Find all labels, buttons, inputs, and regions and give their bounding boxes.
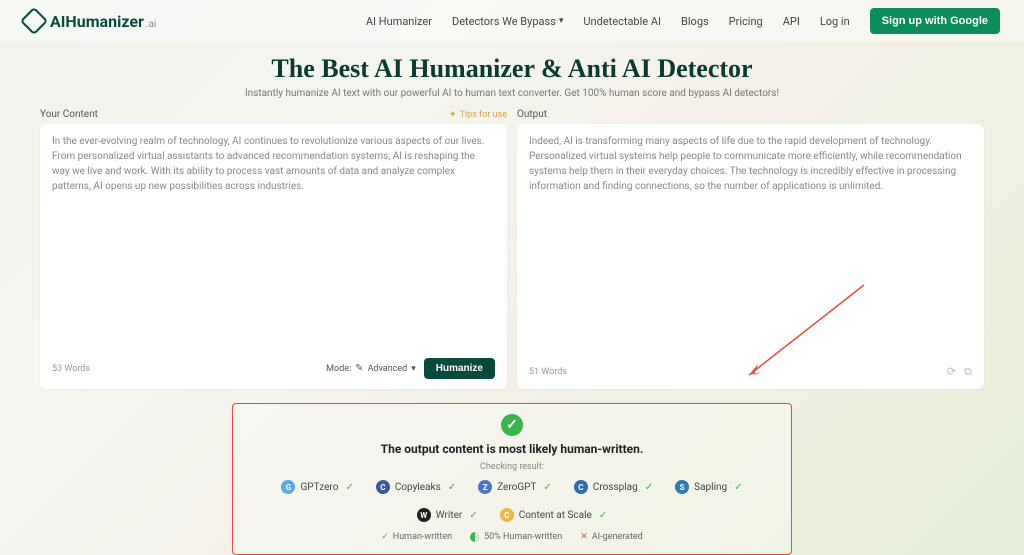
logo-icon xyxy=(20,7,48,35)
detector-name: GPTzero xyxy=(300,482,338,493)
hero: The Best AI Humanizer & Anti AI Detector… xyxy=(0,42,1024,109)
output-text: Indeed, AI is transforming many aspects … xyxy=(529,134,972,365)
detector-item: C Copyleaks ✓ xyxy=(376,480,456,494)
check-icon: ✓ xyxy=(734,482,742,493)
result-legend: ✓Human-written 50% Human-written ✕AI-gen… xyxy=(247,532,777,542)
page-title: The Best AI Humanizer & Anti AI Detector xyxy=(0,54,1024,84)
signup-button[interactable]: Sign up with Google xyxy=(870,8,1000,34)
nav-pricing[interactable]: Pricing xyxy=(729,15,763,28)
check-icon: ✓ xyxy=(645,482,653,493)
mode-label: Mode: xyxy=(326,364,351,374)
nav-ai-humanizer[interactable]: AI Humanizer xyxy=(366,15,432,28)
tips-link[interactable]: ✦ Tips for use xyxy=(449,110,507,120)
legend-half: 50% Human-written xyxy=(470,532,562,542)
detector-icon: C xyxy=(500,508,514,522)
detector-icon: C xyxy=(376,480,390,494)
detector-icon: S xyxy=(675,480,689,494)
nav-detectors-label: Detectors We Bypass xyxy=(452,15,556,28)
result-subtitle: Checking result: xyxy=(247,462,777,472)
check-icon: ✓ xyxy=(599,510,607,521)
input-panel: In the ever-evolving realm of technology… xyxy=(40,124,507,389)
detectors-list: G GPTzero ✓ C Copyleaks ✓ Z ZeroGPT ✓ C Crossplag ✓… xyxy=(247,480,777,522)
detector-item: C Content at Scale ✓ xyxy=(500,508,608,522)
input-textarea[interactable]: In the ever-evolving realm of technology… xyxy=(52,134,495,358)
detector-icon: Z xyxy=(478,480,492,494)
output-panel: Indeed, AI is transforming many aspects … xyxy=(517,124,984,389)
chevron-down-icon: ▾ xyxy=(411,364,416,374)
detector-name: Content at Scale xyxy=(519,510,592,521)
output-label: Output xyxy=(517,109,547,120)
detector-item: C Crossplag ✓ xyxy=(574,480,653,494)
detector-name: Sapling xyxy=(694,482,727,493)
detector-name: ZeroGPT xyxy=(497,482,536,493)
success-check-icon: ✓ xyxy=(501,414,523,436)
lightbulb-icon: ✦ xyxy=(449,110,457,120)
input-column: Your Content ✦ Tips for use In the ever-… xyxy=(40,109,507,389)
output-column: Output Indeed, AI is transforming many a… xyxy=(517,109,984,389)
legend-human: ✓Human-written xyxy=(381,532,452,542)
humanize-button[interactable]: Humanize xyxy=(424,358,495,379)
check-icon: ✓ xyxy=(345,482,353,493)
legend-ai: ✕AI-generated xyxy=(580,532,642,542)
check-icon: ✓ xyxy=(469,510,477,521)
nav-login[interactable]: Log in xyxy=(820,15,850,28)
refresh-icon[interactable]: ⟳ xyxy=(947,365,956,379)
detector-item: S Sapling ✓ xyxy=(675,480,742,494)
mode-selector[interactable]: Mode: ✎ Advanced ▾ xyxy=(326,363,416,374)
output-word-count: 51 Words xyxy=(529,367,567,377)
detector-icon: G xyxy=(281,480,295,494)
check-icon: ✓ xyxy=(448,482,456,493)
detector-icon: W xyxy=(417,508,431,522)
detector-item: W Writer ✓ xyxy=(417,508,478,522)
mode-value: Advanced xyxy=(368,364,408,374)
check-icon: ✓ xyxy=(543,482,551,493)
tips-text: Tips for use xyxy=(460,110,507,120)
page-subtitle: Instantly humanize AI text with our powe… xyxy=(0,88,1024,99)
detector-icon: C xyxy=(574,480,588,494)
pen-icon: ✎ xyxy=(355,363,363,374)
header: AIHumanizer.ai AI Humanizer Detectors We… xyxy=(0,0,1024,42)
input-label: Your Content xyxy=(40,109,98,120)
detector-item: G GPTzero ✓ xyxy=(281,480,353,494)
brand-suffix: .ai xyxy=(146,19,157,30)
result-box: ✓ The output content is most likely huma… xyxy=(232,403,792,555)
chevron-down-icon: ▾ xyxy=(559,16,564,26)
nav-detectors[interactable]: Detectors We Bypass ▾ xyxy=(452,15,563,28)
detector-name: Copyleaks xyxy=(395,482,441,493)
detector-name: Crossplag xyxy=(593,482,638,493)
detector-name: Writer xyxy=(436,510,463,521)
brand-name: AIHumanizer xyxy=(50,12,144,31)
brand-logo[interactable]: AIHumanizer.ai xyxy=(24,11,156,31)
input-word-count: 53 Words xyxy=(52,364,90,374)
nav-blogs[interactable]: Blogs xyxy=(681,15,709,28)
nav-api[interactable]: API xyxy=(783,15,800,28)
nav-undetectable[interactable]: Undetectable AI xyxy=(583,15,661,28)
copy-icon[interactable]: ⧉ xyxy=(964,365,972,379)
top-nav: AI Humanizer Detectors We Bypass ▾ Undet… xyxy=(366,8,1000,34)
editor-panels: Your Content ✦ Tips for use In the ever-… xyxy=(0,109,1024,389)
detector-item: Z ZeroGPT ✓ xyxy=(478,480,552,494)
result-title: The output content is most likely human-… xyxy=(247,442,777,456)
